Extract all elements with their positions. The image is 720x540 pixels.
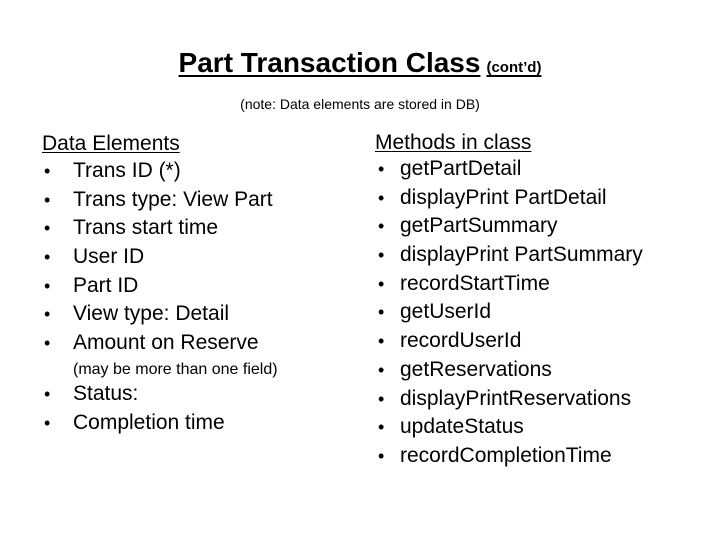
bullet-icon: • (378, 159, 385, 179)
method-label: getReservations (400, 357, 552, 381)
slide-title: Part Transaction Class (cont’d) (0, 47, 720, 79)
bullet-icon: • (44, 275, 51, 296)
data-element-label: View type: Detail (73, 302, 230, 326)
method-label: displayPrint PartSummary (400, 243, 643, 267)
methods-header: Methods in class (375, 131, 532, 154)
method-label: updateStatus (400, 415, 524, 439)
bullet-icon: • (44, 333, 51, 354)
data-element-item: • Completion time (42, 409, 362, 438)
method-label: recordUserId (400, 329, 522, 353)
bullet-icon: • (378, 187, 385, 208)
method-label: getPartSummary (400, 214, 558, 238)
data-element-label: Trans start time (73, 216, 219, 240)
bullet-icon: • (378, 273, 385, 294)
method-label: displayPrint PartDetail (400, 185, 607, 209)
method-item: • updateStatus (375, 413, 715, 442)
method-item: • displayPrint PartDetail (375, 184, 715, 213)
bullet-icon: • (378, 331, 385, 352)
data-element-label: Amount on Reserve (73, 331, 259, 355)
data-element-item: • User ID (42, 243, 362, 272)
data-element-item: • Trans type: View Part (42, 186, 362, 215)
method-item: • getPartSummary (375, 212, 715, 241)
method-item: • getPartDetail (375, 155, 715, 184)
bullet-icon: • (378, 216, 385, 237)
method-item: • recordUserId (375, 327, 715, 356)
db-note: (note: Data elements are stored in DB) (240, 96, 480, 112)
title-suffix: (cont’d) (486, 59, 542, 76)
data-element-label: Trans type: View Part (73, 187, 273, 211)
reserve-sub-note: (may be more than one field) (73, 360, 278, 378)
data-elements-list: • Trans ID (*) • Trans type: View Part • Tr… (42, 157, 362, 358)
bullet-icon: • (378, 302, 385, 323)
bullet-icon: • (44, 161, 51, 181)
data-element-label: Status: (73, 381, 139, 405)
bullet-icon: • (44, 218, 51, 239)
methods-list: • getPartDetail • displayPrint PartDetail … (375, 155, 715, 471)
data-elements-list-continued: • Status: • Completion time (42, 380, 362, 437)
method-label: recordStartTime (400, 271, 550, 295)
method-item: • getReservations (375, 356, 715, 385)
data-element-label: Completion time (73, 410, 225, 434)
bullet-icon: • (44, 304, 51, 325)
method-item: • displayPrint PartSummary (375, 241, 715, 270)
data-elements-column: Data Elements • Trans ID (*) • Trans type:… (42, 130, 362, 437)
method-item: • displayPrintReservations (375, 385, 715, 414)
bullet-icon: • (44, 189, 51, 210)
bullet-icon: • (44, 412, 51, 433)
method-label: getUserId (400, 300, 492, 324)
data-elements-header: Data Elements (42, 132, 180, 155)
bullet-icon: • (44, 383, 51, 404)
data-element-item: • Status: (42, 380, 362, 409)
bullet-icon: • (378, 245, 385, 266)
method-label: getPartDetail (400, 157, 522, 180)
data-element-item: • View type: Detail (42, 300, 362, 329)
methods-column: Methods in class • getPartDetail • display… (375, 130, 715, 471)
bullet-icon: • (378, 359, 385, 380)
method-item: • getUserId (375, 298, 715, 327)
data-element-label: User ID (73, 245, 145, 269)
data-element-item: • Trans ID (*) (42, 157, 362, 186)
method-label: displayPrintReservations (400, 386, 632, 410)
method-item: • recordStartTime (375, 270, 715, 299)
bullet-icon: • (44, 247, 51, 268)
bullet-icon: • (378, 445, 385, 466)
method-label: recordCompletionTime (400, 443, 612, 467)
bullet-icon: • (378, 417, 385, 438)
title-main: Part Transaction Class (178, 47, 481, 78)
data-element-label: Trans ID (*) (73, 159, 181, 182)
bullet-icon: • (378, 388, 385, 409)
data-element-item: • Part ID (42, 272, 362, 301)
data-element-item: • Trans start time (42, 214, 362, 243)
data-element-item: • Amount on Reserve (42, 329, 362, 358)
data-element-label: Part ID (73, 273, 139, 297)
method-item: • recordCompletionTime (375, 442, 715, 471)
